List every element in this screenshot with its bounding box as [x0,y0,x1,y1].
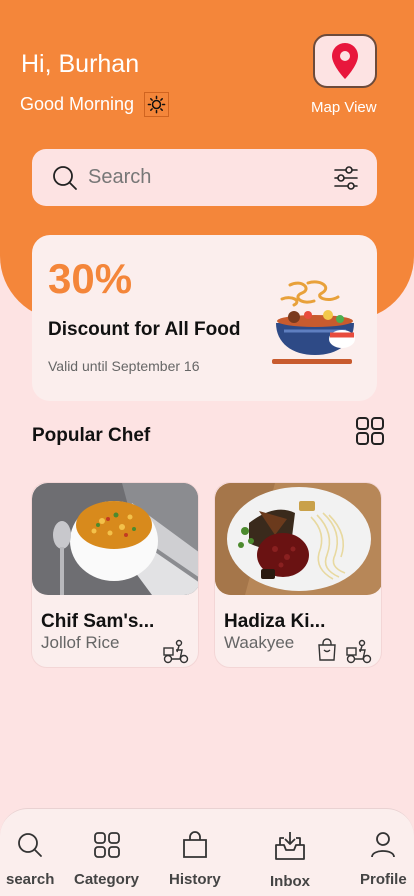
nav-item-search[interactable]: search [6,831,54,888]
chef-name: Chif Sam's... [41,611,155,632]
delivery-scooter-icon [346,639,372,664]
search-bar[interactable]: Search [32,149,377,206]
nav-item-profile[interactable]: Profile [360,831,407,888]
chef-dish: Jollof Rice [41,633,120,652]
search-icon [53,165,77,190]
chef-card[interactable]: Chif Sam's... Jollof Rice [31,482,199,668]
bottom-navigation: search Category History Inbox Profile [0,808,414,896]
nav-label: Inbox [270,873,310,890]
inbox-icon [275,832,305,860]
chef-dish: Waakyee [224,633,295,652]
location-pin-icon [332,43,358,79]
nav-label: search [6,871,55,888]
chef-dish-photo [215,483,381,595]
grid-icon [356,417,384,445]
map-view-button[interactable] [313,34,377,88]
chef-dish-photo [32,483,198,595]
popular-chef-heading: Popular Chef [32,425,151,446]
food-bowl-illustration [272,280,355,364]
shopping-bag-icon [318,638,336,661]
greeting-name: Hi, Burhan [21,50,140,78]
map-view-label[interactable]: Map View [311,99,377,116]
nav-label: Category [74,871,140,888]
grid-icon [93,832,120,858]
user-icon [371,832,396,858]
chef-name: Hadiza Ki... [224,611,326,632]
chef-card[interactable]: Hadiza Ki... Waakyee [214,482,382,668]
promo-banner[interactable]: 30% Discount for All Food Valid until Se… [32,235,377,401]
search-icon [18,833,43,857]
greeting-time-label: Good Morning [20,94,135,114]
delivery-scooter-icon [163,639,189,664]
greeting-subtitle: Good Morning [20,92,170,117]
nav-item-history[interactable]: History [169,831,221,888]
nav-item-category[interactable]: Category [74,831,139,888]
sun-icon [144,92,170,117]
promo-discount-percent: 30% [48,255,133,302]
nav-label: History [169,871,221,888]
search-input[interactable]: Search [88,166,333,189]
nav-item-inbox[interactable]: Inbox [270,831,310,890]
nav-label: Profile [360,871,407,888]
filter-sliders-icon[interactable] [333,165,359,191]
promo-title: Discount for All Food [48,319,241,340]
grid-view-button[interactable] [355,416,385,451]
promo-validity: Valid until September 16 [48,358,200,374]
bag-icon [182,831,207,858]
